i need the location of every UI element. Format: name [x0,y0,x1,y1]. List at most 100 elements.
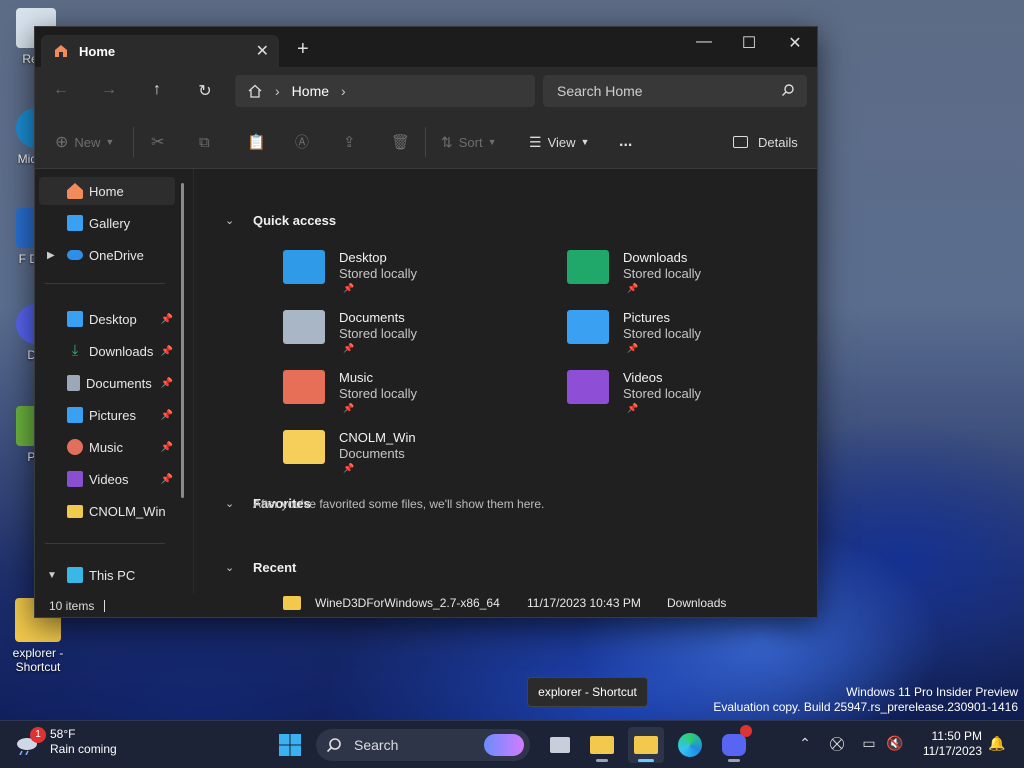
maximize-button[interactable]: ☐ [734,33,764,53]
weather-widget[interactable]: 1 58°F Rain coming [14,727,117,757]
pin-icon[interactable]: 📌 [161,346,173,357]
section-quick-access[interactable]: ⌄ Quick access [225,213,336,228]
breadcrumb[interactable]: › Home › [235,75,535,107]
clock-date: 11/17/2023 [922,744,982,758]
more-icon: ... [619,133,633,150]
rename-button[interactable]: Ⓐ [295,132,309,152]
pin-icon[interactable]: 📌 [161,378,173,389]
taskbar-clock[interactable]: 11:50 PM 11/17/2023 [923,729,982,759]
sidebar-item-pictures[interactable]: Pictures 📌 [39,401,175,429]
chevron-down-icon[interactable]: ▼ [47,570,57,581]
delete-button[interactable]: 🗑 [391,132,410,152]
taskbar-file-explorer[interactable] [584,727,620,763]
chevron-up-icon[interactable]: ⌃ [796,735,814,753]
edge-icon [678,733,702,757]
search-icon [782,84,794,96]
videos-folder-icon [567,370,609,404]
start-button[interactable] [272,727,308,763]
sidebar-item-this-pc[interactable]: ▼ This PC [39,561,175,589]
quick-access-music[interactable]: Music Stored locally 📌 [283,370,543,426]
item-name: CNOLM_Win [339,430,416,445]
quick-access-cnolm-win[interactable]: CNOLM_Win Documents 📌 [283,430,543,486]
quick-access-pictures[interactable]: Pictures Stored locally 📌 [567,310,827,366]
section-recent[interactable]: ⌄ Recent [225,560,296,575]
pin-icon[interactable]: 📌 [161,442,173,453]
new-button[interactable]: ⊕ New ▼ [55,132,114,152]
quick-access-downloads[interactable]: Downloads Stored locally 📌 [567,250,827,306]
minimize-button[interactable]: — [689,33,719,51]
sidebar-item-music[interactable]: Music 📌 [39,433,175,461]
documents-icon [67,375,80,391]
forward-button[interactable]: → [97,81,121,101]
sidebar-item-label: Documents [86,375,152,391]
copy-button[interactable]: ⧉ [199,132,210,152]
pin-icon[interactable]: 📌 [161,474,173,485]
pane-splitter[interactable] [193,169,194,594]
quick-access-desktop[interactable]: Desktop Stored locally 📌 [283,250,543,306]
quick-access-videos[interactable]: Videos Stored locally 📌 [567,370,827,426]
close-window-button[interactable]: ✕ [780,33,810,53]
clipboard-icon: 📋 [247,134,266,151]
task-view-button[interactable] [542,727,578,763]
pin-icon: 📌 [627,343,639,353]
sidebar-item-gallery[interactable]: Gallery [39,209,175,237]
sidebar-item-label: CNOLM_Win [89,503,166,519]
sidebar-item-onedrive[interactable]: ▶ OneDrive [39,241,175,269]
section-title: Recent [253,560,297,575]
share-button[interactable]: ⇪ [343,132,356,152]
sidebar-item-label: Home [89,183,124,199]
item-location: Stored locally [623,326,702,341]
copilot-icon [484,734,524,756]
paste-button[interactable]: 📋 [247,132,266,152]
chevron-down-icon[interactable]: ⌄ [225,497,237,510]
title-bar: Home ✕ + — ☐ ✕ [35,27,817,67]
cut-button[interactable]: ✂ [151,132,164,152]
see-more-button[interactable]: ... [619,132,632,152]
network-off-icon[interactable]: ⛒ [828,735,846,753]
item-location: Documents [339,446,405,461]
plus-circle-icon: ⊕ [55,134,69,151]
sidebar-item-cnolm-win[interactable]: CNOLM_Win [39,497,175,525]
sidebar-item-documents[interactable]: Documents 📌 [39,369,175,397]
back-button[interactable]: ← [49,81,73,101]
display-icon[interactable]: ▭ [860,735,878,753]
chevron-down-icon[interactable]: ⌄ [225,561,237,574]
refresh-button[interactable]: ↻ [193,81,217,101]
view-button[interactable]: ☰ View ▼ [529,132,589,152]
sidebar-item-desktop[interactable]: Desktop 📌 [39,305,175,333]
pin-icon: 📌 [343,343,355,353]
volume-muted-icon[interactable]: 🔇 [886,735,904,753]
folder-icon [634,736,658,754]
taskbar-file-explorer-active[interactable] [628,727,664,763]
file-explorer-window: Home ✕ + — ☐ ✕ ← → ↑ ↻ › Home › Search H… [34,26,818,618]
nav-scrollbar[interactable] [181,183,184,498]
chevron-down-icon[interactable]: ⌄ [225,214,237,227]
sort-button[interactable]: ⇅ Sort ▼ [441,132,497,152]
chevron-right-icon[interactable]: › [341,83,346,99]
up-button[interactable]: ↑ [145,81,169,101]
breadcrumb-home[interactable]: Home [292,83,329,99]
item-name: Downloads [623,250,688,265]
taskbar-discord[interactable] [716,725,752,763]
sidebar-item-label: Pictures [89,407,136,423]
running-indicator [638,759,654,762]
taskbar-search[interactable]: Search [316,729,530,761]
search-input[interactable]: Search Home [543,75,807,107]
tab-home[interactable]: Home ✕ [41,35,279,67]
pin-icon: 📌 [343,463,355,473]
quick-access-documents[interactable]: Documents Stored locally 📌 [283,310,543,366]
details-pane-button[interactable]: Details [733,132,798,152]
sidebar-item-videos[interactable]: Videos 📌 [39,465,175,493]
close-tab-icon[interactable]: ✕ [256,41,269,61]
divider [133,127,134,157]
sidebar-item-home[interactable]: Home [39,177,175,205]
sidebar-item-label: Gallery [89,215,131,231]
pin-icon[interactable]: 📌 [161,410,173,421]
pin-icon[interactable]: 📌 [161,314,173,325]
bell-icon[interactable]: 🔔 [988,735,1006,753]
chevron-right-icon[interactable]: ▶ [47,250,55,261]
taskbar-edge[interactable] [672,727,708,763]
videos-icon [67,471,83,487]
sidebar-item-downloads[interactable]: ⤓ Downloads 📌 [39,337,175,365]
new-tab-button[interactable]: + [297,39,309,59]
